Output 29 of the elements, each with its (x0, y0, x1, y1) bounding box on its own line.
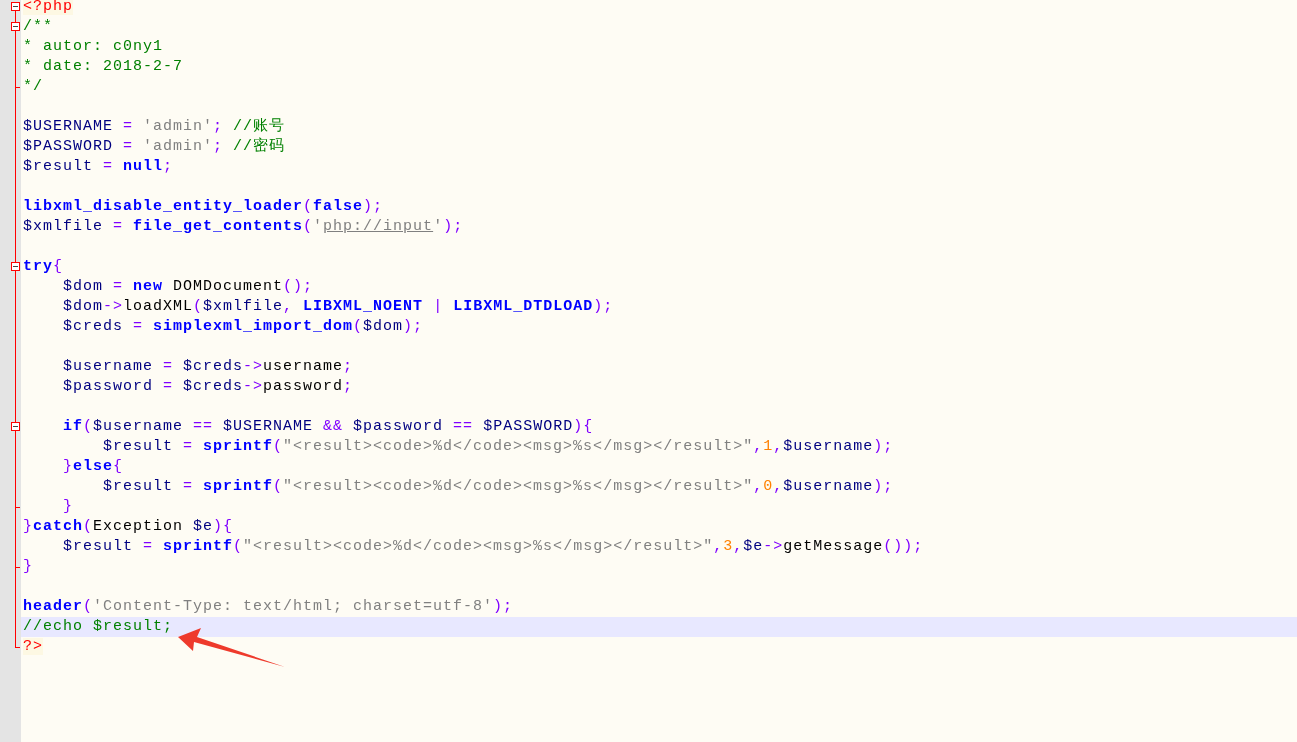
code-line: if($username == $USERNAME && $password == $PASSWORD){ (62, 417, 594, 437)
fold-collapse-icon[interactable] (11, 262, 20, 271)
code-line: $USERNAME = 'admin'; //账号 (22, 117, 286, 137)
fold-collapse-icon[interactable] (11, 22, 20, 31)
code-line: }catch(Exception $e){ (22, 517, 234, 537)
code-line: $dom = new DOMDocument(); (62, 277, 314, 297)
code-line: header('Content-Type: text/html; charset=utf-8'); (22, 597, 514, 617)
code-line: $result = sprintf("<result><code>%d</code><msg>%s</msg></result>",0,$username); (102, 477, 894, 497)
code-line: $result = sprintf("<result><code>%d</code><msg>%s</msg></result>",1,$username); (102, 437, 894, 457)
code-line: } (22, 557, 33, 577)
code-line: * autor: c0ny1 (22, 37, 164, 57)
code-line: */ (22, 77, 43, 97)
code-line: $creds = simplexml_import_dom($dom); (62, 317, 424, 337)
code-line: //echo $result; (22, 617, 174, 637)
code-line: $username = $creds->username; (62, 357, 354, 377)
fold-collapse-icon[interactable] (11, 2, 20, 11)
code-line: $result = null; (22, 157, 174, 177)
code-line: /** (22, 17, 53, 37)
code-line: $result = sprintf("<result><code>%d</code><msg>%s</msg></result>",3,$e->getMessage()); (62, 537, 924, 557)
code-line: } (62, 497, 73, 517)
code-line: $PASSWORD = 'admin'; //密码 (22, 137, 286, 157)
fold-collapse-icon[interactable] (11, 422, 20, 431)
code-line: libxml_disable_entity_loader(false); (22, 197, 384, 217)
code-line: * date: 2018-2-7 (22, 57, 184, 77)
code-line: $password = $creds->password; (62, 377, 354, 397)
code-line: try{ (22, 257, 64, 277)
code-line: $dom->loadXML($xmlfile, LIBXML_NOENT | LIBXML_DTDLOAD); (62, 297, 614, 317)
code-line: }else{ (62, 457, 124, 477)
code-line: $xmlfile = file_get_contents('php://input'); (22, 217, 464, 237)
